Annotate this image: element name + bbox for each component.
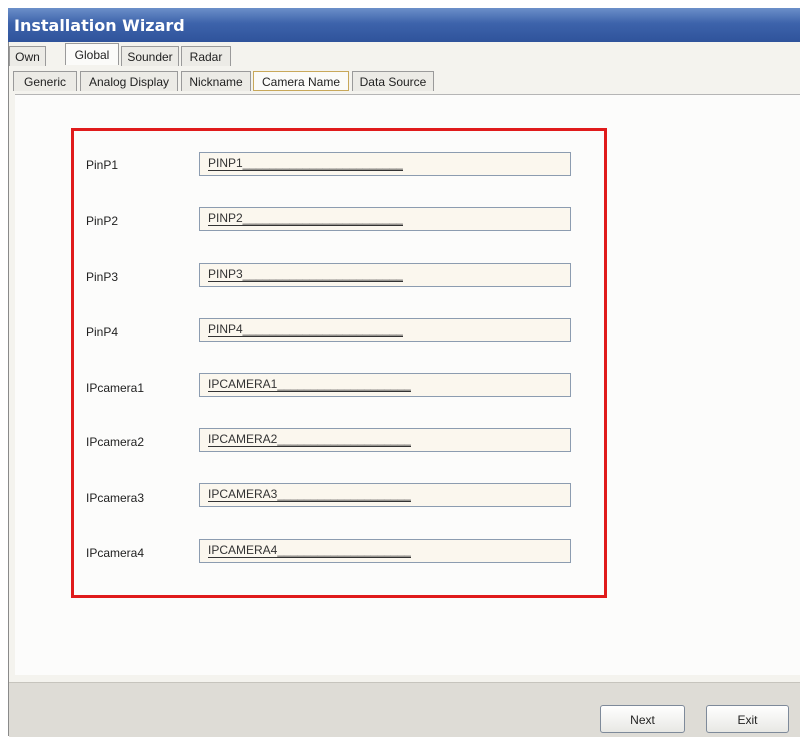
pinp3-input[interactable]: PINP3________________________ (199, 263, 571, 287)
field-label-pinp1: PinP1 (86, 158, 119, 172)
ipcamera1-value: IPCAMERA1____________________ (208, 377, 411, 392)
title-bar: Installation Wizard (8, 8, 800, 42)
ipcamera3-input[interactable]: IPCAMERA3____________________ (199, 483, 571, 507)
pinp1-input[interactable]: PINP1________________________ (199, 152, 571, 176)
ipcamera4-value: IPCAMERA4____________________ (208, 543, 411, 558)
field-label-pinp2: PinP2 (86, 214, 119, 228)
tab-data-source[interactable]: Data Source (352, 71, 434, 91)
bottom-bar: Next Exit (9, 682, 800, 737)
ipcamera1-input[interactable]: IPCAMERA1____________________ (199, 373, 571, 397)
tab-analog-display[interactable]: Analog Display (80, 71, 178, 91)
ipcamera2-input[interactable]: IPCAMERA2____________________ (199, 428, 571, 452)
tab-radar[interactable]: Radar (181, 46, 231, 66)
ipcamera4-input[interactable]: IPCAMERA4____________________ (199, 539, 571, 563)
window-title: Installation Wizard (14, 16, 185, 35)
field-label-ipcamera3: IPcamera3 (86, 491, 145, 505)
highlight-box (71, 128, 607, 598)
field-label-pinp3: PinP3 (86, 270, 119, 284)
ipcamera2-value: IPCAMERA2____________________ (208, 432, 411, 447)
exit-button[interactable]: Exit (706, 705, 789, 733)
field-label-ipcamera4: IPcamera4 (86, 546, 145, 560)
pinp4-value: PINP4________________________ (208, 322, 403, 337)
field-label-pinp4: PinP4 (86, 325, 119, 339)
field-label-ipcamera1: IPcamera1 (86, 381, 145, 395)
pinp3-value: PINP3________________________ (208, 267, 403, 282)
next-button[interactable]: Next (600, 705, 685, 733)
pinp1-value: PINP1________________________ (208, 156, 403, 171)
tab-global[interactable]: Global (65, 43, 119, 65)
tab-generic[interactable]: Generic (13, 71, 77, 91)
pinp2-input[interactable]: PINP2________________________ (199, 207, 571, 231)
tab-nickname[interactable]: Nickname (181, 71, 251, 91)
tab-sounder[interactable]: Sounder (121, 46, 179, 66)
tab-own[interactable]: Own (9, 46, 46, 66)
pinp2-value: PINP2________________________ (208, 211, 403, 226)
ipcamera3-value: IPCAMERA3____________________ (208, 487, 411, 502)
field-label-ipcamera2: IPcamera2 (86, 435, 145, 449)
tab-camera-name[interactable]: Camera Name (253, 71, 349, 91)
pinp4-input[interactable]: PINP4________________________ (199, 318, 571, 342)
